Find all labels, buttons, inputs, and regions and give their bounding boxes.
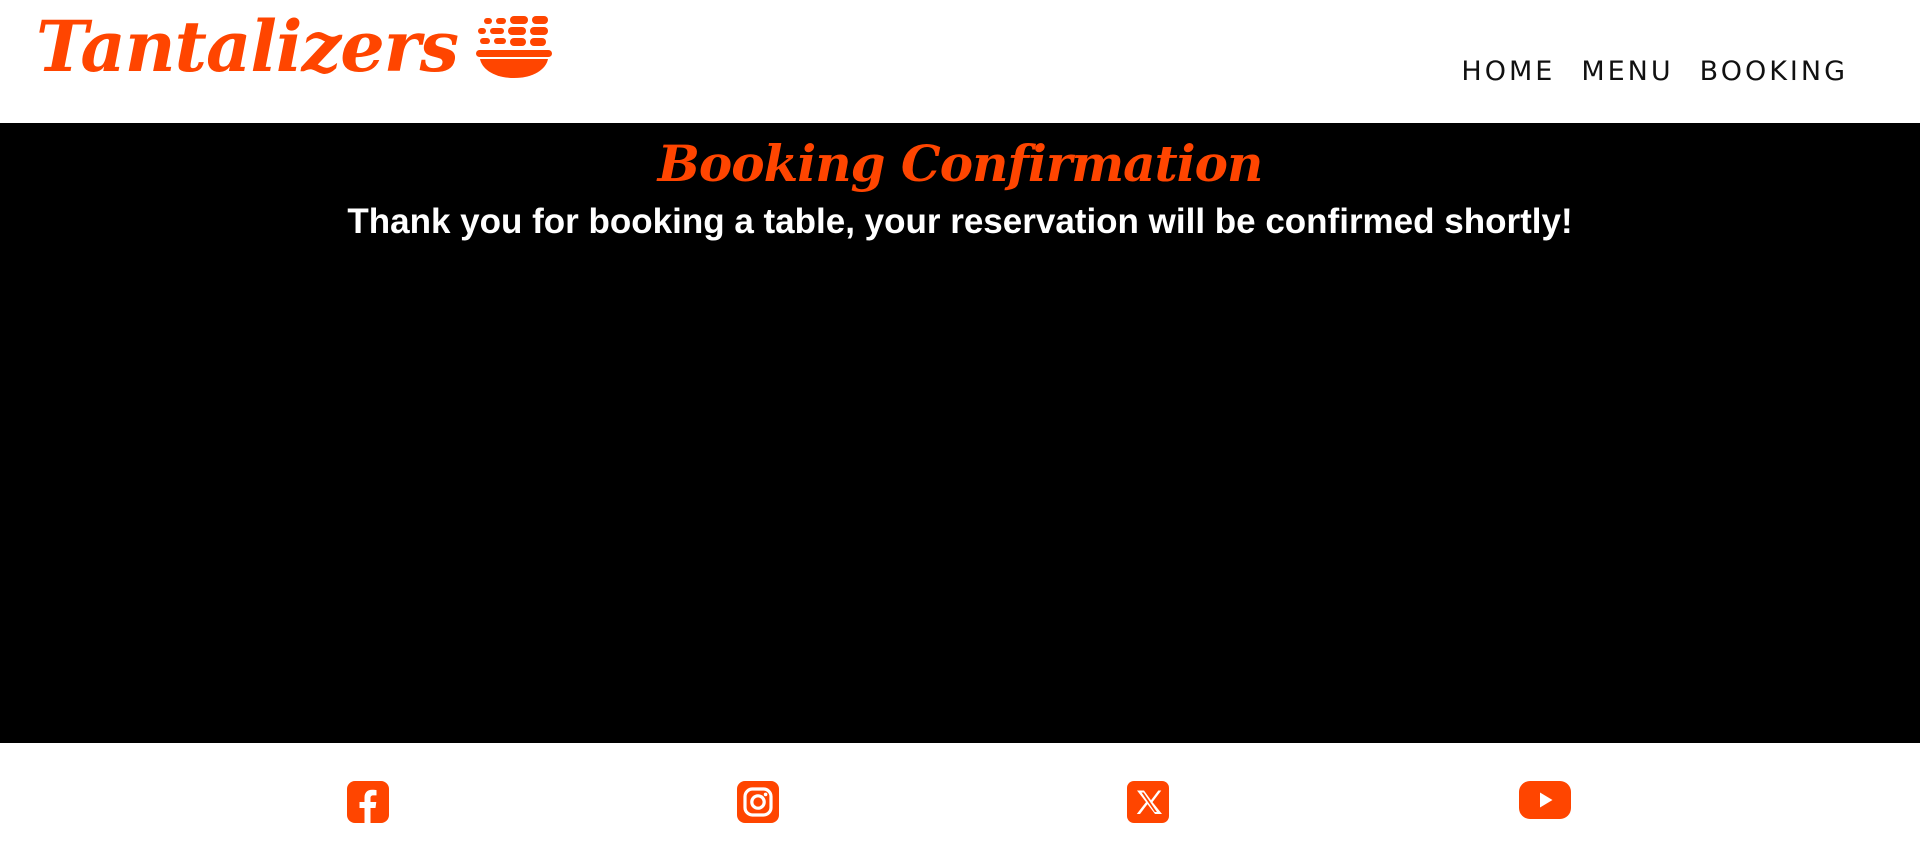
main-nav: HOME MENU BOOKING (1461, 58, 1848, 85)
bowl-food-icon (476, 16, 553, 78)
confirmation-message: Thank you for booking a table, your rese… (347, 201, 1573, 241)
main-content: Booking Confirmation Thank you for booki… (0, 123, 1920, 743)
youtube-icon (1519, 781, 1571, 819)
page-title: Booking Confirmation (657, 134, 1264, 193)
nav-item-booking[interactable]: BOOKING (1700, 58, 1848, 85)
x-twitter-link[interactable] (1127, 781, 1169, 823)
nav-item-menu[interactable]: MENU (1581, 58, 1673, 85)
facebook-icon (347, 781, 389, 823)
nav-item-home[interactable]: HOME (1461, 58, 1555, 85)
facebook-link[interactable] (347, 781, 389, 823)
instagram-icon (737, 781, 779, 823)
youtube-link[interactable] (1519, 781, 1571, 819)
site-footer (0, 743, 1920, 859)
brand-name: Tantalizers (36, 5, 459, 88)
instagram-link[interactable] (737, 781, 779, 823)
brand-logo-link[interactable]: Tantalizers (36, 5, 553, 88)
site-header: Tantalizers HOME MENU BOOKING (0, 0, 1920, 123)
x-twitter-icon (1127, 781, 1169, 823)
